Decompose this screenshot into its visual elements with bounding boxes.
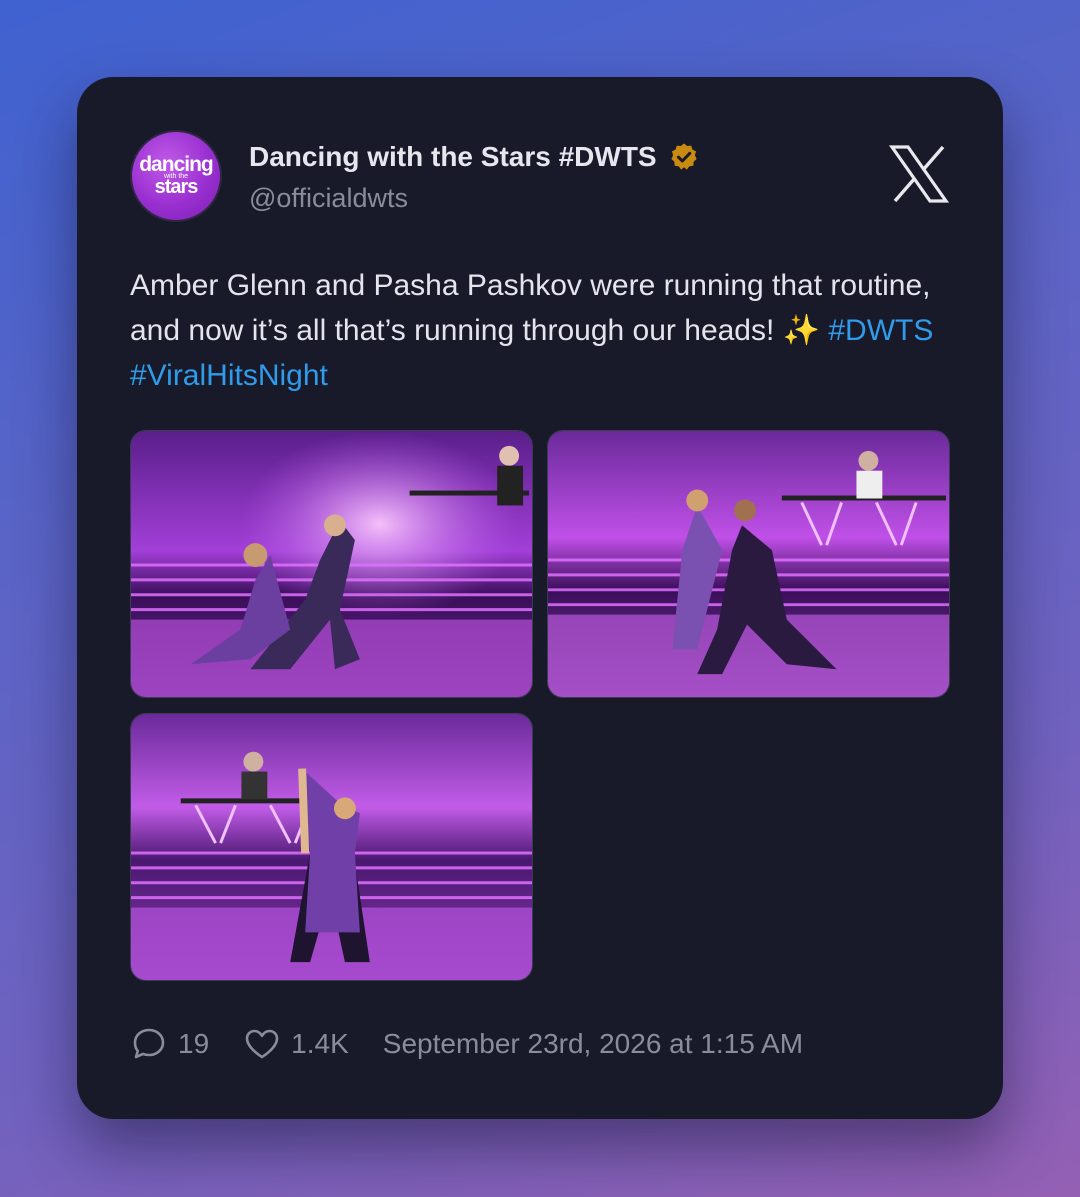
reply-icon	[133, 1028, 165, 1059]
like-button[interactable]: 1.4K	[243, 1025, 349, 1063]
verified-badge-icon	[671, 143, 697, 170]
media-image-2[interactable]	[547, 430, 950, 698]
avatar[interactable]: dancing with the stars	[130, 130, 222, 222]
heart-icon	[245, 1029, 279, 1059]
dance-photo-3-icon	[131, 714, 532, 980]
tweet-text: Amber Glenn and Pasha Pashkov were runni…	[130, 263, 950, 398]
name-row: Dancing with the Stars #DWTS	[249, 141, 699, 173]
like-count: 1.4K	[291, 1028, 349, 1059]
tweet-card: dancing with the stars Dancing with the …	[77, 77, 1003, 1119]
display-name[interactable]: Dancing with the Stars #DWTS	[249, 141, 657, 173]
reply-count: 19	[178, 1028, 210, 1059]
reply-button[interactable]: 19	[130, 1025, 209, 1063]
avatar-logo-line3: stars	[154, 175, 199, 198]
dance-photo-2-icon	[548, 431, 949, 697]
media-image-1[interactable]	[130, 430, 533, 698]
tweet-text-body: Amber Glenn and Pasha Pashkov were runni…	[130, 269, 931, 347]
media-image-3[interactable]	[130, 713, 533, 981]
dance-photo-1-icon	[131, 431, 532, 697]
hashtag-viralhitsnight-link[interactable]: #ViralHitsNight	[130, 359, 328, 392]
tweet-footer: 19 1.4K September 23rd, 2026 at 1:15 AM	[130, 1025, 803, 1063]
x-logo-icon[interactable]	[888, 143, 950, 205]
hashtag-dwts-link[interactable]: #DWTS	[828, 314, 933, 347]
handle[interactable]: @officialdwts	[249, 183, 408, 214]
timestamp[interactable]: September 23rd, 2026 at 1:15 AM	[383, 1028, 803, 1060]
